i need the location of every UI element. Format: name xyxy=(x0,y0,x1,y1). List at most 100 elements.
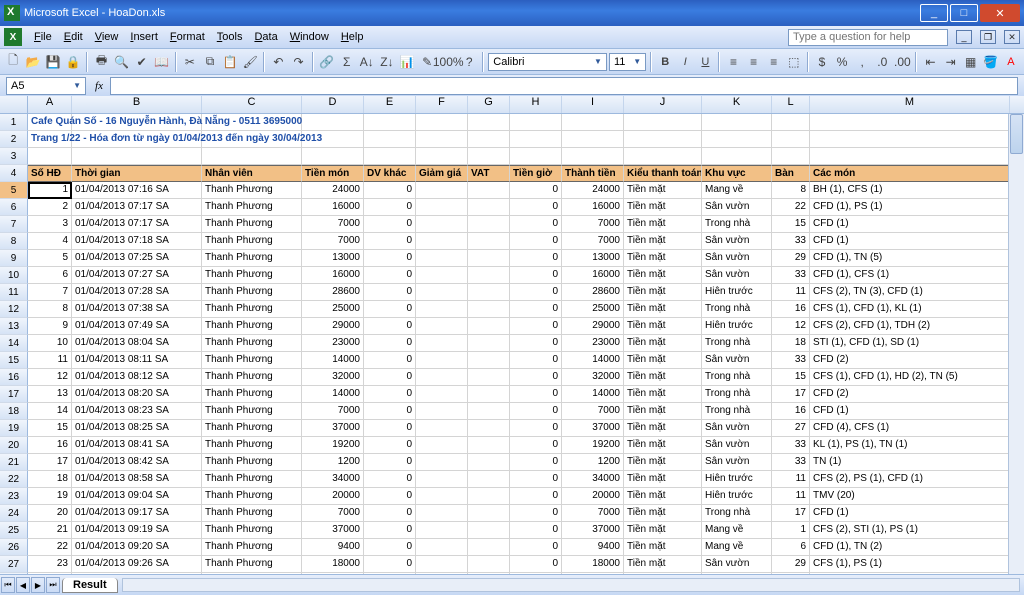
tab-prev-icon[interactable]: ◀ xyxy=(16,577,30,593)
cell[interactable] xyxy=(302,148,364,165)
row-header[interactable]: 13 xyxy=(0,318,28,335)
row-header[interactable]: 11 xyxy=(0,284,28,301)
cell[interactable]: CFD (1), TN (2) xyxy=(810,573,1010,574)
cell[interactable]: 0 xyxy=(510,437,562,454)
select-all-corner[interactable] xyxy=(0,96,28,113)
cell[interactable] xyxy=(772,148,810,165)
cell[interactable]: 0 xyxy=(510,556,562,573)
name-box[interactable]: A5▼ xyxy=(6,77,86,95)
cell[interactable]: 0 xyxy=(510,369,562,386)
tab-last-icon[interactable]: ⏭ xyxy=(46,577,60,593)
row-header[interactable]: 17 xyxy=(0,386,28,403)
cell[interactable]: 01/04/2013 09:19 SA xyxy=(72,522,202,539)
cell[interactable]: Trang 1/22 - Hóa đơn từ ngày 01/04/2013 … xyxy=(28,131,72,148)
row-header[interactable]: 2 xyxy=(0,131,28,148)
col-header-H[interactable]: H xyxy=(510,96,562,113)
cell[interactable]: 0 xyxy=(364,471,416,488)
cell[interactable]: CFD (1), TN (5) xyxy=(810,250,1010,267)
mdi-minimize-button[interactable]: _ xyxy=(956,30,972,44)
cell[interactable]: Thanh Phương xyxy=(202,284,302,301)
cell[interactable] xyxy=(468,573,510,574)
cell[interactable]: 0 xyxy=(510,250,562,267)
row-header[interactable]: 9 xyxy=(0,250,28,267)
cell[interactable]: Tiền mặt xyxy=(624,386,702,403)
cell[interactable]: 15 xyxy=(772,369,810,386)
cell[interactable]: 7000 xyxy=(302,505,364,522)
col-header-J[interactable]: J xyxy=(624,96,702,113)
cell[interactable]: Tiền mặt xyxy=(624,284,702,301)
cell[interactable]: Thanh Phương xyxy=(202,199,302,216)
cell[interactable]: 20 xyxy=(28,505,72,522)
cell[interactable]: Hiên trước xyxy=(702,318,772,335)
cell[interactable]: 18 xyxy=(28,471,72,488)
cell[interactable] xyxy=(416,403,468,420)
cell[interactable]: Mang về xyxy=(702,539,772,556)
col-header-K[interactable]: K xyxy=(702,96,772,113)
col-header-L[interactable]: L xyxy=(772,96,810,113)
cell[interactable] xyxy=(416,488,468,505)
cell[interactable]: Thanh Phương xyxy=(202,352,302,369)
cell[interactable]: 0 xyxy=(364,437,416,454)
cell[interactable] xyxy=(510,148,562,165)
cell[interactable]: 0 xyxy=(510,318,562,335)
cell[interactable] xyxy=(468,131,510,148)
menu-window[interactable]: Window xyxy=(284,29,335,45)
cell[interactable]: CFS (1), CFD (1), HD (2), TN (5) xyxy=(810,369,1010,386)
row-header[interactable]: 10 xyxy=(0,267,28,284)
cell[interactable]: Tiền mặt xyxy=(624,454,702,471)
italic-icon[interactable]: I xyxy=(676,52,694,72)
font-size-select[interactable]: 11▼ xyxy=(609,53,646,71)
format-painter-icon[interactable]: 🖌 xyxy=(241,52,259,72)
cell[interactable] xyxy=(624,114,702,131)
cell[interactable]: 01/04/2013 09:04 SA xyxy=(72,488,202,505)
cell[interactable] xyxy=(810,114,1010,131)
row-header[interactable]: 7 xyxy=(0,216,28,233)
cell[interactable]: Thanh Phương xyxy=(202,216,302,233)
cell[interactable]: 0 xyxy=(510,386,562,403)
decrease-decimal-icon[interactable]: .00 xyxy=(893,52,911,72)
cell[interactable]: 0 xyxy=(510,488,562,505)
cell[interactable]: Thời gian xyxy=(72,165,202,182)
cell[interactable]: Bàn xyxy=(772,165,810,182)
cell[interactable]: 13000 xyxy=(302,250,364,267)
cell[interactable] xyxy=(468,233,510,250)
cell[interactable]: 16 xyxy=(772,403,810,420)
cell[interactable]: Tiền mặt xyxy=(624,488,702,505)
menu-view[interactable]: View xyxy=(89,29,125,45)
cell[interactable]: Mang về xyxy=(702,522,772,539)
cell[interactable] xyxy=(416,369,468,386)
col-header-I[interactable]: I xyxy=(562,96,624,113)
horizontal-scrollbar[interactable] xyxy=(122,578,1020,592)
cell[interactable]: 7000 xyxy=(302,216,364,233)
cell[interactable]: KL (1), PS (1), TN (1) xyxy=(810,437,1010,454)
cell[interactable]: 11 xyxy=(28,352,72,369)
cell[interactable]: 34000 xyxy=(562,471,624,488)
cell[interactable] xyxy=(416,318,468,335)
cell[interactable]: 0 xyxy=(510,454,562,471)
cell[interactable] xyxy=(624,131,702,148)
cell[interactable]: 28600 xyxy=(562,284,624,301)
minimize-button[interactable]: _ xyxy=(920,4,948,22)
cell[interactable] xyxy=(416,216,468,233)
decrease-indent-icon[interactable]: ⇤ xyxy=(921,52,939,72)
cell[interactable]: 7000 xyxy=(562,233,624,250)
cell[interactable]: CFD (2) xyxy=(810,352,1010,369)
cell[interactable] xyxy=(468,318,510,335)
cell[interactable]: 16 xyxy=(772,301,810,318)
cell[interactable]: CFD (1), TN (2) xyxy=(810,539,1010,556)
cell[interactable]: CFD (2) xyxy=(810,386,1010,403)
cell[interactable]: 23 xyxy=(28,556,72,573)
cell[interactable]: CFS (2), TN (3), CFD (1) xyxy=(810,284,1010,301)
cell[interactable]: 0 xyxy=(364,505,416,522)
cell[interactable]: CFD (1) xyxy=(810,505,1010,522)
row-header[interactable]: 3 xyxy=(0,148,28,165)
cell[interactable]: Hiên trước xyxy=(702,284,772,301)
cell[interactable] xyxy=(624,148,702,165)
cell[interactable]: 6 xyxy=(772,539,810,556)
cell[interactable] xyxy=(416,454,468,471)
cell[interactable]: Tiền mặt xyxy=(624,420,702,437)
cell[interactable]: 16000 xyxy=(302,199,364,216)
cell[interactable]: 0 xyxy=(364,335,416,352)
cell[interactable]: 24000 xyxy=(302,182,364,199)
cell[interactable] xyxy=(562,114,624,131)
